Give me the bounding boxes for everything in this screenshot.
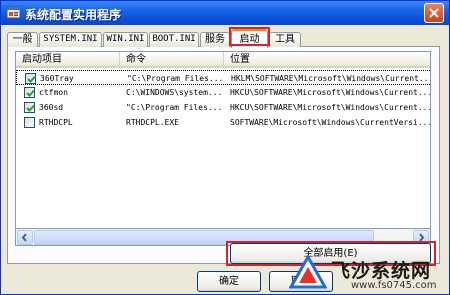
tab-win-ini[interactable]: WIN.INI bbox=[103, 32, 148, 47]
startup-location: HKLM\SOFTWARE\Microsoft\Windows\Current.… bbox=[231, 74, 431, 83]
tab-startup[interactable]: 启动 bbox=[231, 29, 268, 48]
tab-services[interactable]: 服务 bbox=[200, 32, 230, 47]
watermark-url: www.fs0745.com bbox=[351, 280, 437, 291]
column-header-location[interactable]: 位置 bbox=[224, 52, 430, 68]
startup-list[interactable]: 启动项目 命令 位置 360Tray "C:\Program Files... … bbox=[15, 51, 431, 229]
window-title: 系统配置实用程序 bbox=[25, 8, 122, 22]
startup-item-name: 360Tray bbox=[40, 74, 74, 83]
site-watermark: 飞沙系统网 www.fs0745.com bbox=[289, 251, 450, 295]
system-config-window: 系统配置实用程序 一般 SYSTEM.INI WIN.INI BOOT.INI … bbox=[0, 0, 450, 295]
list-header: 启动项目 命令 位置 bbox=[16, 52, 430, 68]
startup-checkbox[interactable] bbox=[24, 87, 35, 98]
arrow-left-icon bbox=[21, 233, 27, 242]
table-row[interactable]: 360Tray "C:\Program Files... HKLM\SOFTWA… bbox=[16, 70, 431, 85]
startup-command: RTHDCPL.EXE bbox=[126, 118, 179, 127]
table-row[interactable]: ctfmon C:\WINDOWS\system... HKCU\SOFTWAR… bbox=[16, 85, 430, 100]
startup-item-name: ctfmon bbox=[39, 88, 68, 97]
checkmark-icon bbox=[26, 104, 35, 112]
startup-checkbox[interactable] bbox=[24, 102, 35, 113]
watermark-title: 飞沙系统网 bbox=[331, 260, 432, 282]
table-row[interactable]: RTHDCPL RTHDCPL.EXE SOFTWARE\Microsoft\W… bbox=[16, 115, 430, 130]
column-header-item[interactable]: 启动项目 bbox=[16, 52, 120, 68]
checkmark-icon bbox=[26, 89, 35, 97]
startup-checkbox[interactable] bbox=[25, 73, 36, 84]
startup-command: C:\WINDOWS\system... bbox=[126, 88, 223, 97]
title-bar[interactable]: 系统配置实用程序 bbox=[1, 1, 449, 25]
tab-general[interactable]: 一般 bbox=[7, 32, 38, 47]
close-icon bbox=[429, 8, 439, 18]
checkmark-icon bbox=[27, 75, 36, 83]
logo-icon bbox=[289, 255, 327, 289]
startup-location: HKCU\SOFTWARE\Microsoft\Windows\Current.… bbox=[230, 103, 430, 112]
app-icon bbox=[6, 6, 21, 19]
table-row[interactable]: 360sd "C:\Program Files... HKCU\SOFTWARE… bbox=[16, 100, 430, 115]
ok-button[interactable]: 确定 bbox=[197, 271, 261, 292]
startup-location: HKCU\SOFTWARE\Microsoft\Windows\Current.… bbox=[230, 88, 430, 97]
close-button[interactable] bbox=[424, 3, 444, 23]
startup-checkbox[interactable] bbox=[24, 117, 35, 128]
scroll-left-button[interactable] bbox=[17, 230, 33, 245]
startup-location: SOFTWARE\Microsoft\Windows\CurrentVersi.… bbox=[230, 118, 430, 127]
tab-tools[interactable]: 工具 bbox=[269, 32, 301, 47]
startup-command: "C:\Program Files... bbox=[126, 103, 223, 112]
tab-boot-ini[interactable]: BOOT.INI bbox=[149, 32, 199, 47]
tab-system-ini[interactable]: SYSTEM.INI bbox=[39, 32, 102, 47]
column-header-command[interactable]: 命令 bbox=[120, 52, 224, 68]
startup-command: "C:\Program Files... bbox=[127, 74, 224, 83]
startup-item-name: RTHDCPL bbox=[39, 118, 73, 127]
startup-item-name: 360sd bbox=[39, 103, 64, 112]
